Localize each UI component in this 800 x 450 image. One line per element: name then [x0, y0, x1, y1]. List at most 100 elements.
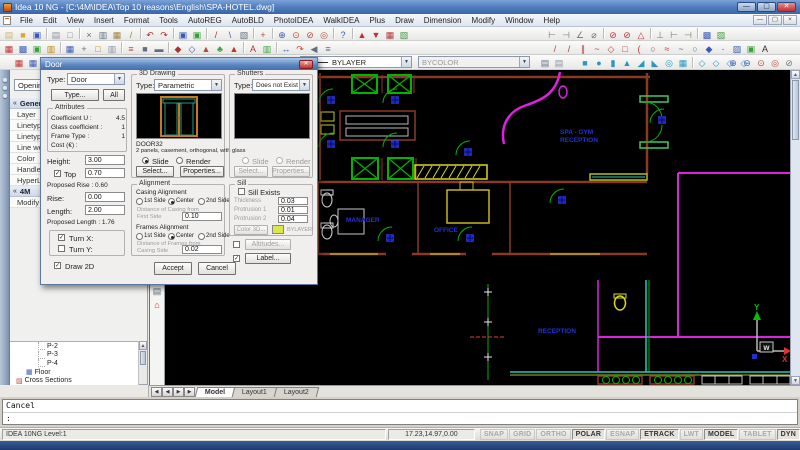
- dim-aligned-icon[interactable]: ⊣: [560, 28, 573, 40]
- drawing-vertical-scrollbar[interactable]: ▲ ▼: [790, 70, 800, 385]
- dim-angular-icon[interactable]: ∠: [574, 28, 587, 40]
- zoom-previous-icon[interactable]: ⊘: [304, 28, 317, 40]
- copy-entity-icon[interactable]: ▥: [261, 42, 274, 54]
- label-icon[interactable]: A: [247, 42, 260, 54]
- casing-1st-side-radio[interactable]: [136, 198, 143, 205]
- move-icon[interactable]: ↔: [280, 42, 293, 54]
- status-toggle-grid[interactable]: GRID: [509, 429, 535, 440]
- layers-palette-icon[interactable]: ▦: [27, 56, 40, 68]
- solid-torus-icon[interactable]: ◎: [663, 56, 676, 68]
- tree-icon[interactable]: ♣: [214, 42, 227, 54]
- undo-icon[interactable]: ↶: [144, 28, 157, 40]
- tab-layout2[interactable]: Layout2: [274, 387, 319, 397]
- all-button[interactable]: All: [103, 89, 125, 101]
- properties-button[interactable]: Properties...: [180, 166, 224, 177]
- autobld-level-icon[interactable]: ▥: [45, 42, 58, 54]
- slab-tool-icon[interactable]: ▦: [384, 28, 397, 40]
- arc-icon[interactable]: (: [633, 42, 646, 54]
- column-tool-icon[interactable]: ▧: [398, 28, 411, 40]
- tab-prev-button[interactable]: ◀: [162, 387, 173, 397]
- update-icon[interactable]: ▣: [191, 28, 204, 40]
- tree-item-p-4[interactable]: P-4: [10, 359, 139, 368]
- title-bar[interactable]: Idea 10 NG - [C:\4M\IDEA\Top 10 reasons\…: [0, 0, 800, 14]
- dialog-close-icon[interactable]: ✕: [299, 60, 313, 69]
- solid-box-icon[interactable]: ■: [579, 56, 592, 68]
- menu-plus[interactable]: Plus: [365, 15, 391, 26]
- status-toggle-polar[interactable]: POLAR: [572, 429, 606, 440]
- rise-field[interactable]: [85, 192, 125, 202]
- print-preview-icon[interactable]: □: [64, 28, 77, 40]
- opening-tool-icon[interactable]: ▼: [370, 28, 383, 40]
- menu-help[interactable]: Help: [539, 15, 565, 26]
- layers-icon[interactable]: ▩: [701, 28, 714, 40]
- menu-photoidea[interactable]: PhotoIDEA: [269, 15, 319, 26]
- solid-wedge-icon[interactable]: ◢: [635, 56, 648, 68]
- cut-icon[interactable]: ×: [83, 28, 96, 40]
- autobld-wall-icon[interactable]: ▦: [3, 42, 16, 54]
- menu-edit[interactable]: Edit: [38, 15, 62, 26]
- view-sw-icon[interactable]: ◇: [696, 56, 709, 68]
- paste-icon[interactable]: ▦: [111, 28, 124, 40]
- collapsed-palette-bar[interactable]: [0, 70, 10, 385]
- tab-layout1[interactable]: Layout1: [232, 387, 277, 397]
- autobld-opening-icon[interactable]: ▩: [17, 42, 30, 54]
- zoom-scale-icon[interactable]: ◎: [769, 56, 782, 68]
- tab-model[interactable]: Model: [195, 387, 236, 397]
- hatch-icon[interactable]: ▨: [731, 42, 744, 54]
- print-icon[interactable]: ▤: [50, 28, 63, 40]
- properties-icon[interactable]: ▨: [715, 28, 728, 40]
- select-button[interactable]: Select...: [136, 166, 174, 177]
- rectangle-icon[interactable]: □: [619, 42, 632, 54]
- label-checkbox[interactable]: ✓: [233, 255, 240, 262]
- tab-first-button[interactable]: ◀: [151, 387, 162, 397]
- scroll-thumb[interactable]: [140, 351, 146, 365]
- opening-palette-icon[interactable]: ▦: [13, 56, 26, 68]
- polyline-icon[interactable]: ~: [591, 42, 604, 54]
- status-toggle-dyn[interactable]: DYN: [777, 429, 800, 440]
- render-radio[interactable]: [176, 157, 183, 164]
- dialog-title-bar[interactable]: Door ✕: [41, 58, 317, 70]
- menu-window[interactable]: Window: [500, 15, 538, 26]
- zoom-realtime-icon[interactable]: ⊕: [276, 28, 289, 40]
- height-field[interactable]: [85, 155, 125, 165]
- slide-radio[interactable]: [142, 157, 149, 164]
- column-icon[interactable]: ■: [139, 42, 152, 54]
- status-toggle-snap[interactable]: SNAP: [480, 429, 508, 440]
- point-icon[interactable]: ·: [717, 42, 730, 54]
- drawing-type-combo[interactable]: Parametric▼: [154, 79, 222, 91]
- no-plot-icon[interactable]: ⊘: [607, 28, 620, 40]
- chevron-down-icon[interactable]: ▼: [114, 74, 124, 84]
- menu-file[interactable]: File: [15, 15, 38, 26]
- door-type-combo[interactable]: Door▼: [67, 73, 125, 85]
- tree-item-p-3[interactable]: P-3: [10, 351, 139, 360]
- status-toggle-model[interactable]: MODEL: [704, 429, 738, 440]
- scroll-up-icon[interactable]: ▲: [791, 70, 800, 79]
- menu-autoreg[interactable]: AutoREG: [183, 15, 227, 26]
- wall-tool-icon[interactable]: ▲: [356, 28, 369, 40]
- solid-cone-icon[interactable]: ▲: [621, 56, 634, 68]
- tree-item-floor[interactable]: ▦Floor: [10, 368, 139, 377]
- frames-1st-side-radio[interactable]: [136, 233, 143, 240]
- accept-button[interactable]: Accept: [154, 262, 192, 275]
- chevron-down-icon[interactable]: ▼: [401, 57, 411, 67]
- status-toggle-esnap[interactable]: ESNAP: [606, 429, 639, 440]
- label-button[interactable]: Label...: [245, 253, 291, 264]
- mdi-close-button[interactable]: ×: [783, 15, 797, 25]
- zoom-extents-icon[interactable]: ◎: [318, 28, 331, 40]
- frames-center-radio[interactable]: [168, 233, 175, 240]
- sill-exists-checkbox[interactable]: [238, 188, 245, 195]
- dim-diameter-icon[interactable]: ⌀: [588, 28, 601, 40]
- menu-autobld[interactable]: AutoBLD: [227, 15, 269, 26]
- no-snap-icon[interactable]: ⊘: [621, 28, 634, 40]
- dim-linear-icon[interactable]: ⊢: [546, 28, 559, 40]
- ellipse-icon[interactable]: ○: [689, 42, 702, 54]
- sketch-icon[interactable]: /: [210, 28, 223, 40]
- rotate-icon[interactable]: ↷: [294, 42, 307, 54]
- revcloud-icon[interactable]: ≈: [661, 42, 674, 54]
- solid-mesh-icon[interactable]: ▦: [677, 56, 690, 68]
- region-icon[interactable]: ▣: [745, 42, 758, 54]
- scroll-thumb[interactable]: [792, 80, 799, 140]
- open-icon[interactable]: ■: [17, 28, 30, 40]
- copy-icon[interactable]: ▥: [97, 28, 110, 40]
- zoom-out-icon[interactable]: ⊖: [741, 56, 754, 68]
